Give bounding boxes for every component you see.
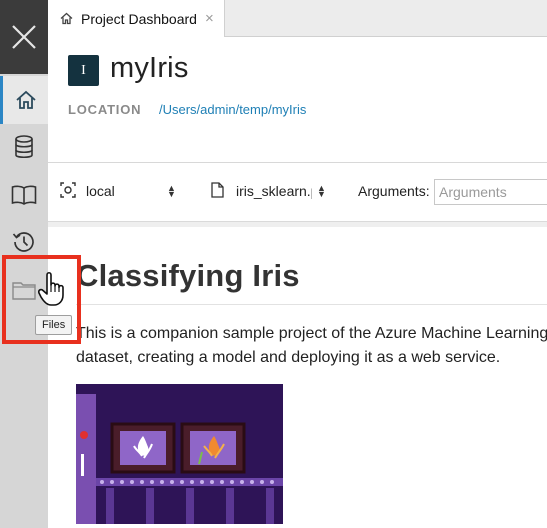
paragraph-line: This is a companion sample project of th… [76, 325, 547, 342]
home-icon [60, 12, 73, 25]
book-icon [11, 185, 37, 205]
rail-item-home[interactable] [0, 76, 48, 124]
iris-illustration [76, 384, 283, 524]
rail-item-notebooks[interactable] [0, 171, 48, 219]
project-name: myIris [110, 52, 189, 84]
compute-target-select[interactable]: local [86, 183, 115, 199]
file-icon [211, 182, 224, 198]
arguments-input[interactable] [434, 179, 547, 205]
tab-project-dashboard[interactable]: Project Dashboard × [48, 0, 225, 37]
tooltip: Files [35, 315, 73, 335]
select-arrows-icon[interactable]: ▲ ▼ [317, 184, 326, 199]
database-icon [15, 135, 33, 159]
divider [76, 304, 547, 305]
close-button[interactable] [0, 0, 48, 74]
history-icon [12, 232, 34, 252]
document-title: Classifying Iris [76, 258, 300, 293]
arguments-label: Arguments: [358, 183, 430, 199]
paragraph-line: dataset, creating a model and deploying … [76, 349, 501, 366]
select-arrows-icon[interactable]: ▲ ▼ [167, 184, 176, 199]
rail-item-data[interactable] [0, 123, 48, 171]
compute-target-icon [60, 182, 76, 198]
script-file-select[interactable]: iris_sklearn.py [236, 183, 312, 199]
tab-label: Project Dashboard [81, 10, 197, 27]
project-badge: I [68, 55, 99, 86]
document-paragraph: This is a companion sample project of th… [76, 322, 547, 370]
close-icon [12, 25, 36, 49]
home-icon [15, 90, 36, 109]
location-label: LOCATION [68, 102, 142, 117]
hand-cursor-icon [38, 270, 70, 313]
tab-close-icon[interactable]: × [205, 11, 214, 26]
divider [48, 221, 547, 227]
tab-bar: Project Dashboard × [48, 0, 547, 37]
location-link[interactable]: /Users/admin/temp/myIris [159, 102, 306, 117]
